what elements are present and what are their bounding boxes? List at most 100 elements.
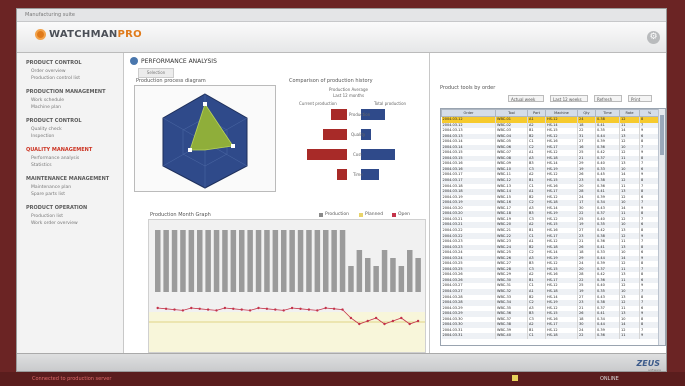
trend-bar <box>297 230 304 292</box>
column-header[interactable]: Qty <box>577 109 596 117</box>
nav-group-title[interactable]: PRODUCTION MANAGEMENT <box>17 89 123 95</box>
table-row[interactable]: 2004.03.31 WBC-40 C1 HS-18 22 0.36 11 9 <box>441 333 660 339</box>
radar-point <box>231 144 235 148</box>
nav-group: QUALITY MANAGEMENT Performance analysis St… <box>17 147 123 169</box>
column-header[interactable]: Rate <box>619 109 640 117</box>
compare-bar-right <box>361 169 379 180</box>
main-panel: PERFORMANCE ANALYSIS Selection Productio… <box>124 53 430 353</box>
app-footer: ZEUS software <box>17 353 666 371</box>
column-header[interactable]: Part <box>527 109 546 117</box>
trend-bar <box>331 230 337 292</box>
nav-item[interactable]: Work order overview <box>17 220 123 227</box>
sidebar: PRODUCT CONTROL Order overview Production … <box>17 53 124 353</box>
table-cell: 2004.03.31 <box>441 333 496 339</box>
compare-title: Comparison of production history <box>289 78 373 84</box>
nav-group-title[interactable]: MAINTENANCE MANAGEMENT <box>17 176 123 182</box>
trend-bar <box>272 230 279 292</box>
orders-grid: Order Tool Part Machine Qty Time Rate% 2004.03… <box>441 109 660 339</box>
nav-item[interactable]: Maintenance plan <box>17 184 123 191</box>
nav-item[interactable]: Work schedule <box>17 97 123 104</box>
radar-point <box>188 148 192 152</box>
table-cell: 11 <box>619 333 640 339</box>
radar-svg <box>162 93 248 189</box>
table-cell: 0.36 <box>595 333 620 339</box>
trend-title: Production Month Graph <box>150 212 211 218</box>
nav-group-title[interactable]: PRODUCT CONTROL <box>17 60 123 66</box>
table-body: 2004.03.12 WBC-01 A1 HS-12 24 0.38 12 8 2004.03.… <box>441 116 660 339</box>
trend-bar <box>230 230 237 292</box>
globe-icon <box>130 57 138 65</box>
column-header[interactable]: Order <box>441 109 496 117</box>
status-indicator-icon <box>512 375 518 381</box>
compare-row-label: Quality <box>351 132 366 137</box>
legend-swatch <box>319 212 323 217</box>
trend-bar <box>390 258 396 292</box>
nav-item[interactable]: Quality check <box>17 126 123 133</box>
table-scrollbar[interactable] <box>658 109 665 345</box>
radar-title: Production process diagram <box>136 78 206 84</box>
nav-group-title[interactable]: QUALITY MANAGEMENT <box>17 147 123 153</box>
trend-bar <box>365 258 371 292</box>
range-select[interactable]: Last 12 weeks <box>550 95 588 102</box>
status-bar: Connected to production server ONLINE <box>0 372 685 386</box>
trend-bar <box>289 230 295 292</box>
app-logo: WATCHMANPRO <box>35 29 142 40</box>
radar-point <box>203 102 207 106</box>
app-header: WATCHMANPRO ⚙ <box>17 22 666 53</box>
nav-group: MAINTENANCE MANAGEMENT Maintenance plan Sp… <box>17 176 123 198</box>
app-name-accent: PRO <box>117 29 142 40</box>
trend-bar <box>381 250 388 292</box>
status-right: ONLINE <box>600 376 619 382</box>
nav-item[interactable]: Spare parts list <box>17 191 123 198</box>
refresh-button[interactable]: Refresh <box>594 95 622 102</box>
comparison-chart: Production Average Last 12 months Curren… <box>289 85 419 190</box>
nav-item[interactable]: Production list <box>17 213 123 220</box>
column-header[interactable]: % <box>639 109 660 117</box>
column-header[interactable]: Time <box>595 109 620 117</box>
trend-bar <box>155 230 161 292</box>
logo-icon <box>35 29 46 40</box>
filter-tab[interactable]: Selection <box>138 68 174 78</box>
comparison-svg <box>307 109 395 180</box>
nav-item[interactable]: Order overview <box>17 68 123 75</box>
nav-group: PRODUCT CONTROL Order overview Production … <box>17 60 123 82</box>
table-cell: WBC-40 <box>495 333 528 339</box>
trend-bar <box>264 230 270 292</box>
compare-row-label: Cost <box>353 152 362 157</box>
nav-item[interactable]: Statistics <box>17 162 123 169</box>
legend-swatch <box>392 212 396 217</box>
trend-bar <box>188 230 195 292</box>
table-cell: 22 <box>577 333 596 339</box>
app-name: WATCHMANPRO <box>49 29 142 40</box>
trend-bar <box>247 230 253 292</box>
legend-item: Planned <box>359 212 383 217</box>
legend-item: Open <box>392 212 410 217</box>
column-header[interactable]: Machine <box>545 109 578 117</box>
nav-item[interactable]: Inspection <box>17 133 123 140</box>
compare-right-label: Total production <box>374 101 407 106</box>
trend-chart <box>148 219 426 353</box>
nav-group: PRODUCT OPERATION Production list Work ord… <box>17 205 123 227</box>
app-window: Manufacturing suite WATCHMANPRO ⚙ PRODUC… <box>16 8 667 372</box>
trend-bar <box>306 230 312 292</box>
print-button[interactable]: Print <box>628 95 652 102</box>
section-title: PERFORMANCE ANALYSIS <box>130 57 217 65</box>
nav-group-title[interactable]: PRODUCT OPERATION <box>17 205 123 211</box>
trend-bar <box>205 230 211 292</box>
trend-bar <box>197 230 203 292</box>
nav-item[interactable]: Machine plan <box>17 104 123 111</box>
trend-bar <box>163 230 169 292</box>
nav-item[interactable]: Production control list <box>17 75 123 82</box>
period-select[interactable]: Actual week <box>508 95 544 102</box>
nav-group-title[interactable]: PRODUCT CONTROL <box>17 118 123 124</box>
trend-bar <box>180 230 186 292</box>
trend-lower-band <box>149 312 425 352</box>
column-header[interactable]: Tool <box>495 109 528 117</box>
footer-brand: ZEUS <box>636 359 660 368</box>
nav-item[interactable]: Performance analysis <box>17 155 123 162</box>
scrollbar-thumb[interactable] <box>660 115 664 155</box>
table-cell: C1 <box>527 333 546 339</box>
table-header-row: Order Tool Part Machine Qty Time Rate% <box>441 109 660 117</box>
settings-icon[interactable]: ⚙ <box>647 31 660 44</box>
compare-bar-left <box>331 109 347 120</box>
